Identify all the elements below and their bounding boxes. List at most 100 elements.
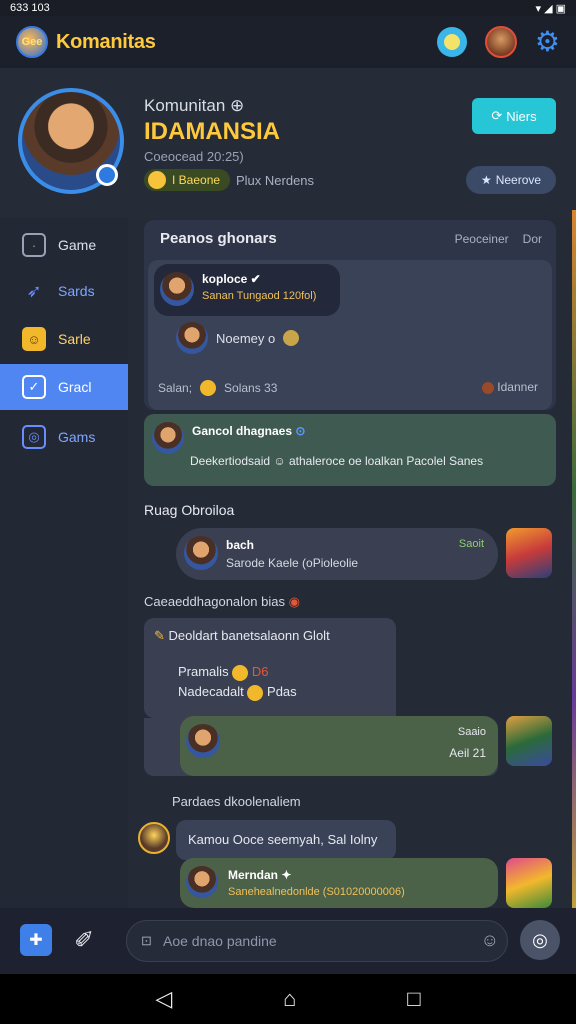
user-avatar[interactable] xyxy=(484,26,517,58)
avatar[interactable] xyxy=(184,536,218,570)
pinned-message[interactable]: Gancol dhagnaes ⊙ Deekertiodsaid ☺ athal… xyxy=(144,414,556,486)
avatar[interactable] xyxy=(138,822,170,854)
verified-badge-icon xyxy=(96,164,118,186)
sidebar-item-gams[interactable]: ◎ Gams xyxy=(0,414,128,460)
section-title: Caeaeddhagonalon bias ◉ xyxy=(144,594,300,610)
home-icon[interactable]: ⌂ xyxy=(283,986,296,1012)
star-icon: ★ xyxy=(480,173,492,187)
status-time: 633 103 xyxy=(10,2,50,14)
footer-right: Idanner xyxy=(481,380,538,394)
sidebar-item-label: Sards xyxy=(58,283,95,299)
avatar[interactable] xyxy=(152,422,184,454)
app-screen: 633 103 ▾ ◢ ▣ Gee Komanitas ⚙ Komunitan … xyxy=(0,0,576,1024)
reply-message[interactable]: Saaio Aeil 21 xyxy=(180,716,498,776)
community-name: IDAMANSIA xyxy=(144,118,280,145)
avatar[interactable] xyxy=(176,322,208,354)
section-title: Pardaes dkoolenaliem xyxy=(172,794,301,809)
sender-avatar[interactable] xyxy=(506,528,552,578)
emoji-icon[interactable] xyxy=(200,380,217,396)
message-line-value: Pdas xyxy=(267,684,297,699)
status-icons: ▾ ◢ ▣ xyxy=(535,2,567,15)
footer-label: Salan; xyxy=(158,381,193,395)
sidebar-item-sards[interactable]: ➶ Sards xyxy=(0,268,128,314)
avatar[interactable] xyxy=(186,724,220,758)
fire-icon xyxy=(481,381,494,394)
community-subtitle: Coeocead 20:25) xyxy=(144,149,244,164)
emoji-icon xyxy=(148,171,166,189)
input-placeholder: Aoe dnao pandine xyxy=(163,933,277,949)
sidebar-item-label: Gracl xyxy=(58,379,92,395)
system-nav-bar: ◁ ⌂ □ xyxy=(0,974,576,1024)
post-meta: Peoceiner Dor xyxy=(455,232,542,246)
emoji-picker-icon[interactable]: ☺ xyxy=(481,930,499,951)
post-meta-left: Peoceiner xyxy=(454,232,509,246)
avatar[interactable] xyxy=(160,272,194,306)
message-line: Nadecadalt Pdas xyxy=(178,684,297,701)
message-text: Sarode Kaele (oPioleolie xyxy=(226,556,359,570)
check-icon: ✓ xyxy=(22,375,46,399)
verified-icon: ⊙ xyxy=(295,424,306,438)
message-text: Kamou Ooce seemyah, Sal Iolny xyxy=(188,832,378,847)
recents-icon[interactable]: □ xyxy=(407,986,420,1012)
news-button[interactable]: ⟳ Niers xyxy=(472,98,556,134)
add-attachment-button[interactable]: ✚ xyxy=(20,924,52,956)
sidebar-item-sarle[interactable]: ☺ Sarle xyxy=(0,316,128,362)
back-icon[interactable]: ◁ xyxy=(155,986,172,1012)
news-icon: ⟳ xyxy=(491,108,503,123)
chat-message[interactable]: Kamou Ooce seemyah, Sal Iolny xyxy=(176,820,396,860)
send-button[interactable]: ◎ xyxy=(520,920,560,960)
sidebar-item-game[interactable]: · Game xyxy=(0,222,128,268)
post-footer: Salan; Solans 33 xyxy=(158,380,277,396)
sender-avatar[interactable] xyxy=(506,858,552,908)
community-profile-header: Komunitan ⊕ IDAMANSIA Coeocead 20:25) I … xyxy=(0,68,576,218)
remove-button[interactable]: ★ Neerove xyxy=(466,166,556,194)
level-chip[interactable]: I Baeone xyxy=(144,169,231,191)
message-bubble[interactable]: koploce ✔ Sanan Tungaod 120fol) xyxy=(154,264,340,316)
sender-avatar[interactable] xyxy=(506,716,552,766)
message-text: Sanehealnedonlde (S01020000006) xyxy=(228,886,405,898)
message-time: Saaio xyxy=(457,726,486,738)
sidebar-item-label: Sarle xyxy=(58,331,91,347)
chat-feed[interactable]: Peanos ghonars Peoceiner Dor koploce ✔ S… xyxy=(128,218,576,908)
message-line-text: Deoldart banetsalaonn Glolt xyxy=(168,628,330,643)
post-heading: Peanos ghonars xyxy=(160,230,277,247)
chat-message[interactable]: bach Sarode Kaele (oPioleolie Saoit xyxy=(176,528,498,580)
emoji-icon[interactable] xyxy=(283,330,300,346)
message-input[interactable]: ⊡ Aoe dnao pandine ☺ xyxy=(126,920,508,962)
input-prefix-icon: ⊡ xyxy=(141,933,152,948)
message-line: ✎ Deoldart banetsalaonn Glolt xyxy=(154,628,330,644)
post-body: koploce ✔ Sanan Tungaod 120fol) Noemey o… xyxy=(148,260,552,410)
reply-count: Aeil 21 xyxy=(449,746,486,760)
community-avatar[interactable] xyxy=(18,88,124,194)
brush-icon[interactable]: ✐ xyxy=(74,926,94,955)
message-time: Saoit xyxy=(458,538,484,550)
message-line: Pramalis D6 xyxy=(178,664,268,681)
emoji-icon xyxy=(247,684,264,701)
message-author: koploce ✔ xyxy=(202,272,261,286)
remove-button-label: Neerove xyxy=(495,173,542,187)
author-name: Gancol dhagnaes xyxy=(192,424,293,438)
message-card[interactable]: ✎ Deoldart banetsalaonn Glolt Pramalis D… xyxy=(144,618,396,718)
sidebar-item-label: Game xyxy=(58,237,97,253)
trophy-icon: ☺ xyxy=(22,327,46,351)
sidebar-item-gracl[interactable]: ✓ Gracl xyxy=(0,364,128,410)
message-author: Gancol dhagnaes ⊙ xyxy=(192,424,305,438)
game-icon: · xyxy=(22,233,46,257)
rocket-icon: ➶ xyxy=(26,280,42,301)
settings-gear-icon[interactable]: ⚙ xyxy=(535,28,560,56)
message-line-text: Nadecadalt xyxy=(178,684,244,699)
avatar[interactable] xyxy=(186,866,218,898)
chat-message[interactable]: Merndan ✦ Sanehealnedonlde (S01020000006… xyxy=(180,858,498,908)
status-bar: 633 103 ▾ ◢ ▣ xyxy=(0,0,576,16)
coin-icon[interactable] xyxy=(436,27,467,57)
pencil-icon: ✎ xyxy=(154,628,169,643)
message-author: bach xyxy=(226,538,255,552)
members-count: Plux Nerdens xyxy=(236,173,315,188)
flame-icon: ◉ xyxy=(288,594,300,609)
post-card[interactable]: Peanos ghonars Peoceiner Dor koploce ✔ S… xyxy=(144,220,556,410)
community-label: Komunitan ⊕ xyxy=(144,96,245,115)
target-icon: ◎ xyxy=(22,425,46,449)
sidebar: · Game ➶ Sards ☺ Sarle ✓ Gracl ◎ Gams xyxy=(0,218,128,908)
reaction-row: Noemey o xyxy=(176,322,300,354)
footer-right-label: Idanner xyxy=(497,380,538,394)
